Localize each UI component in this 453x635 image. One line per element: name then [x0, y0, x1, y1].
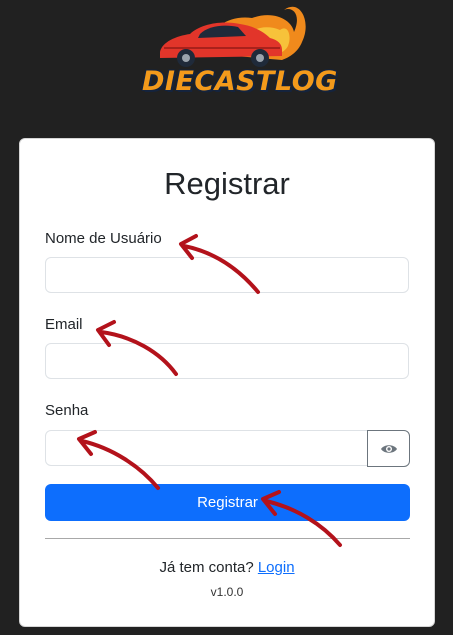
race-car-flame-icon	[160, 6, 306, 67]
password-input[interactable]	[45, 430, 368, 466]
divider	[45, 538, 410, 539]
login-prompt: Já tem conta? Login	[20, 559, 434, 576]
brand-logo: DIECASTLOG	[142, 2, 338, 106]
username-input[interactable]	[45, 257, 409, 293]
eye-icon	[380, 444, 397, 453]
email-label: Email	[45, 316, 83, 333]
brand-name: DIECASTLOG	[142, 66, 338, 97]
toggle-password-visibility-button[interactable]	[367, 430, 410, 467]
username-label: Nome de Usuário	[45, 230, 162, 247]
register-card: Registrar Nome de Usuário Email Senha Re…	[19, 138, 435, 627]
version-label: v1.0.0	[210, 585, 244, 599]
page-title: Registrar	[164, 166, 290, 201]
email-input[interactable]	[45, 343, 409, 379]
register-button[interactable]: Registrar	[45, 484, 410, 521]
login-link[interactable]: Login	[258, 559, 295, 576]
login-prompt-text: Já tem conta?	[159, 559, 254, 576]
password-label: Senha	[45, 402, 89, 419]
